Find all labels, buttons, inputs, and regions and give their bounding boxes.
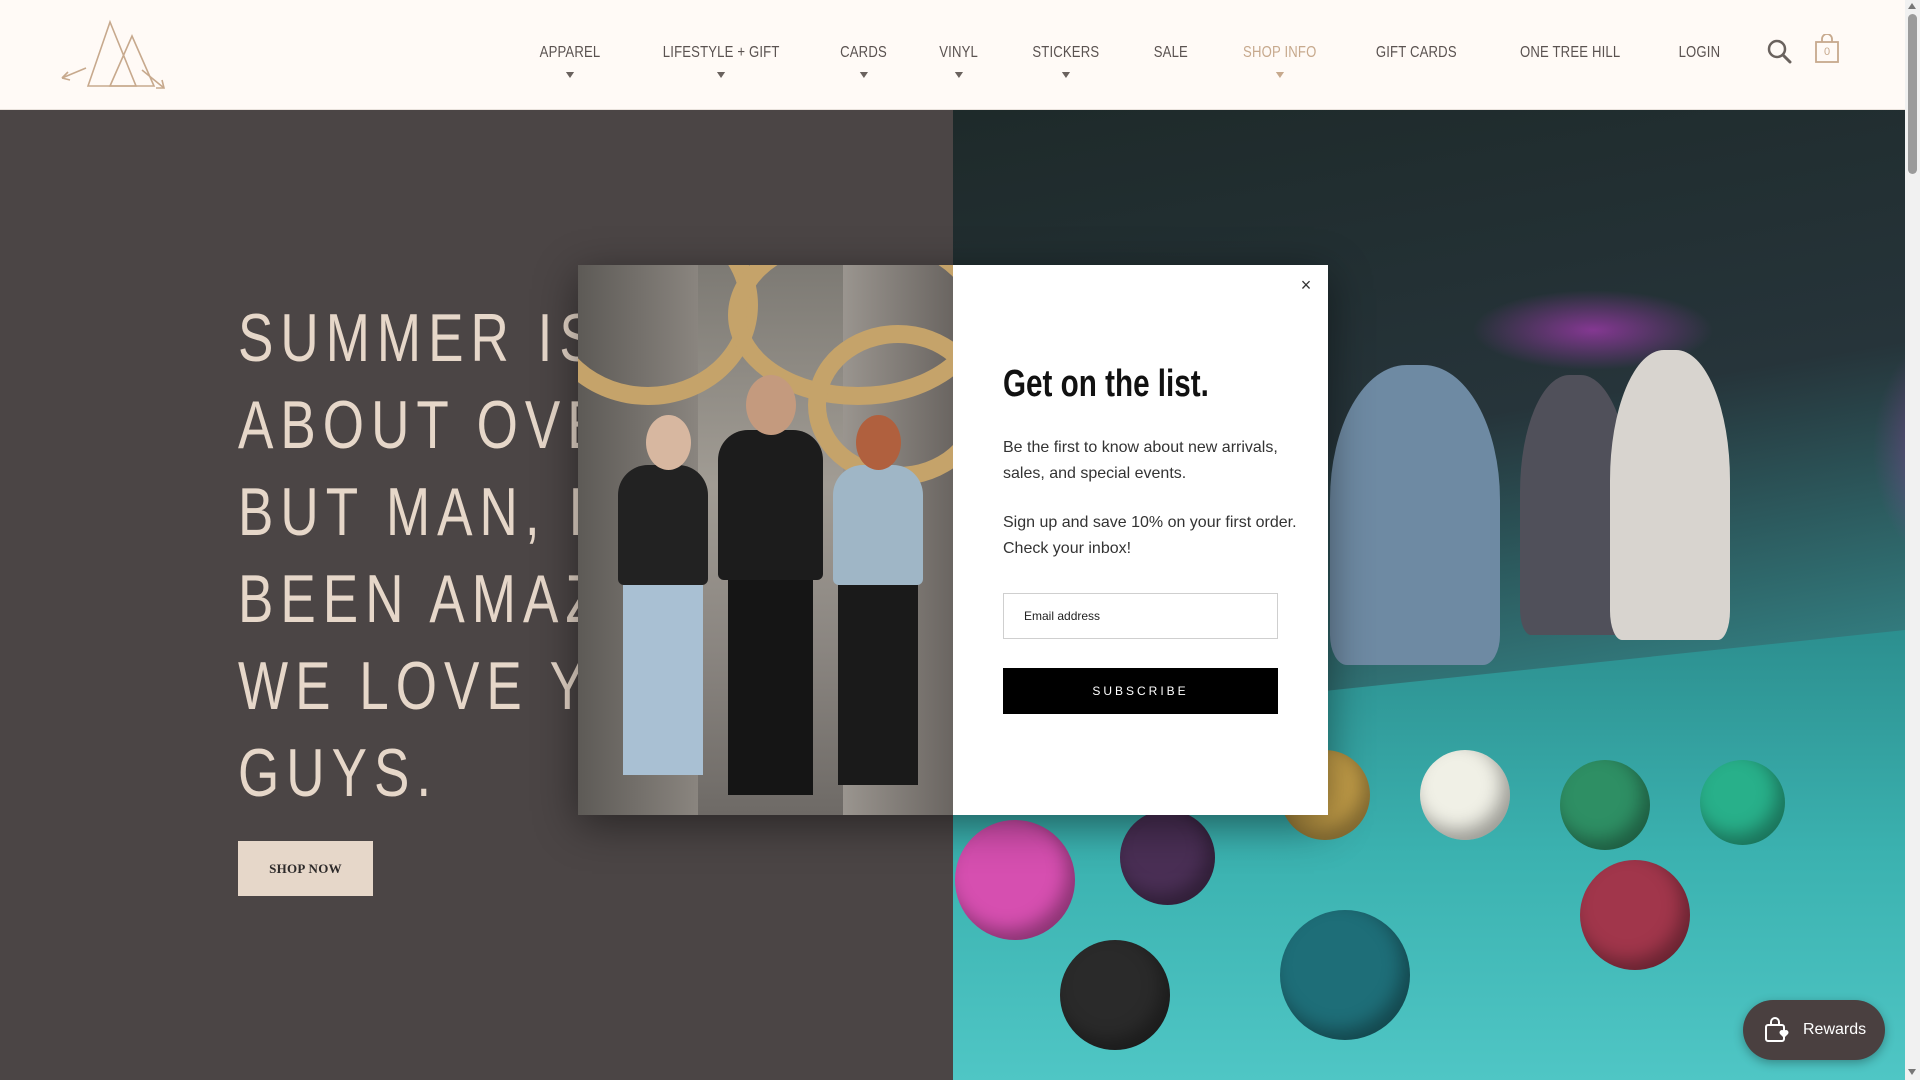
pool-ball bbox=[1560, 760, 1650, 850]
main-nav: APPAREL LIFESTYLE + GIFT CARDS VINYL STICKER… bbox=[490, 0, 1725, 110]
caret-down-icon bbox=[716, 72, 726, 78]
newsletter-popup: × Get on the list. Be the first to know … bbox=[578, 265, 1328, 815]
scroll-thumb[interactable] bbox=[1908, 14, 1917, 174]
popup-offer-text: Sign up and save 10% on your first order… bbox=[1003, 514, 1306, 557]
nav-item-label: APPAREL bbox=[539, 44, 601, 61]
nav-item-label: CARDS bbox=[840, 44, 887, 61]
caret-down-icon bbox=[1275, 72, 1284, 78]
popup-content: × Get on the list. Be the first to know … bbox=[953, 265, 1328, 815]
shop-now-button[interactable]: SHOP NOW bbox=[238, 841, 373, 896]
scroll-down-arrow-icon[interactable] bbox=[1908, 1069, 1916, 1075]
model-figure bbox=[728, 580, 813, 795]
caret-down-icon bbox=[565, 72, 574, 78]
model-figure bbox=[718, 430, 823, 580]
nav-item-lifestyle-gift[interactable]: LIFESTYLE + GIFT bbox=[662, 0, 780, 78]
nav-item-label: VINYL bbox=[939, 44, 979, 61]
nav-item-stickers[interactable]: STICKERS bbox=[1032, 0, 1100, 78]
close-icon[interactable]: × bbox=[1296, 275, 1316, 295]
nav-item-label: STICKERS bbox=[1032, 44, 1100, 61]
pool-ball bbox=[1060, 940, 1170, 1050]
site-header: APPAREL LIFESTYLE + GIFT CARDS VINYL STICKER… bbox=[0, 0, 1905, 110]
popup-image bbox=[578, 265, 953, 815]
nav-item-gift-cards[interactable]: GIFT CARDS bbox=[1376, 0, 1457, 62]
hero-person bbox=[1610, 350, 1730, 640]
nav-item-shop-info[interactable]: SHOP INFO bbox=[1242, 0, 1317, 78]
model-figure bbox=[856, 415, 901, 470]
nav-item-label: SALE bbox=[1153, 44, 1188, 61]
nav-item-label: SHOP INFO bbox=[1242, 44, 1317, 61]
pool-ball bbox=[955, 820, 1075, 940]
cart-count: 0 bbox=[1823, 46, 1831, 58]
nav-item-one-tree-hill[interactable]: ONE TREE HILL bbox=[1520, 0, 1620, 62]
gift-bag-icon bbox=[1765, 1017, 1789, 1042]
page-scrollbar[interactable] bbox=[1905, 0, 1920, 1080]
cart-button[interactable]: 0 bbox=[1814, 33, 1840, 64]
scroll-up-arrow-icon[interactable] bbox=[1908, 3, 1916, 9]
model-figure bbox=[618, 465, 708, 585]
subscribe-button[interactable]: SUBSCRIBE bbox=[1003, 668, 1278, 714]
nav-item-login[interactable]: LOGIN bbox=[1679, 0, 1721, 62]
search-icon[interactable] bbox=[1766, 38, 1792, 64]
nav-item-sale[interactable]: SALE bbox=[1154, 0, 1188, 62]
nav-item-label: ONE TREE HILL bbox=[1519, 44, 1621, 61]
pool-ball bbox=[1280, 910, 1410, 1040]
nav-item-cards[interactable]: CARDS bbox=[840, 0, 887, 78]
logo[interactable] bbox=[58, 18, 166, 90]
caret-down-icon bbox=[859, 72, 868, 78]
popup-title: Get on the list. bbox=[1003, 363, 1209, 405]
model-figure bbox=[646, 415, 691, 470]
pool-ball bbox=[1420, 750, 1510, 840]
rewards-label: Rewards bbox=[1803, 1021, 1867, 1038]
model-figure bbox=[833, 465, 923, 585]
pool-ball bbox=[1580, 860, 1690, 970]
email-field[interactable] bbox=[1003, 593, 1278, 639]
nav-item-label: LOGIN bbox=[1678, 44, 1721, 61]
model-figure bbox=[838, 585, 918, 785]
nav-item-vinyl[interactable]: VINYL bbox=[939, 0, 979, 78]
popup-description: Be the first to know about new arrivals,… bbox=[1003, 439, 1278, 482]
pool-ball bbox=[1700, 760, 1785, 845]
hero-person bbox=[1330, 365, 1500, 665]
model-figure bbox=[746, 375, 796, 435]
rewards-button[interactable]: Rewards bbox=[1743, 1000, 1885, 1060]
nav-item-apparel[interactable]: APPAREL bbox=[539, 0, 601, 78]
model-figure bbox=[623, 585, 703, 775]
nav-item-label: GIFT CARDS bbox=[1376, 44, 1457, 61]
caret-down-icon bbox=[1062, 72, 1071, 78]
caret-down-icon bbox=[954, 72, 963, 78]
nav-item-label: LIFESTYLE + GIFT bbox=[662, 44, 780, 61]
pool-ball bbox=[1120, 810, 1215, 905]
